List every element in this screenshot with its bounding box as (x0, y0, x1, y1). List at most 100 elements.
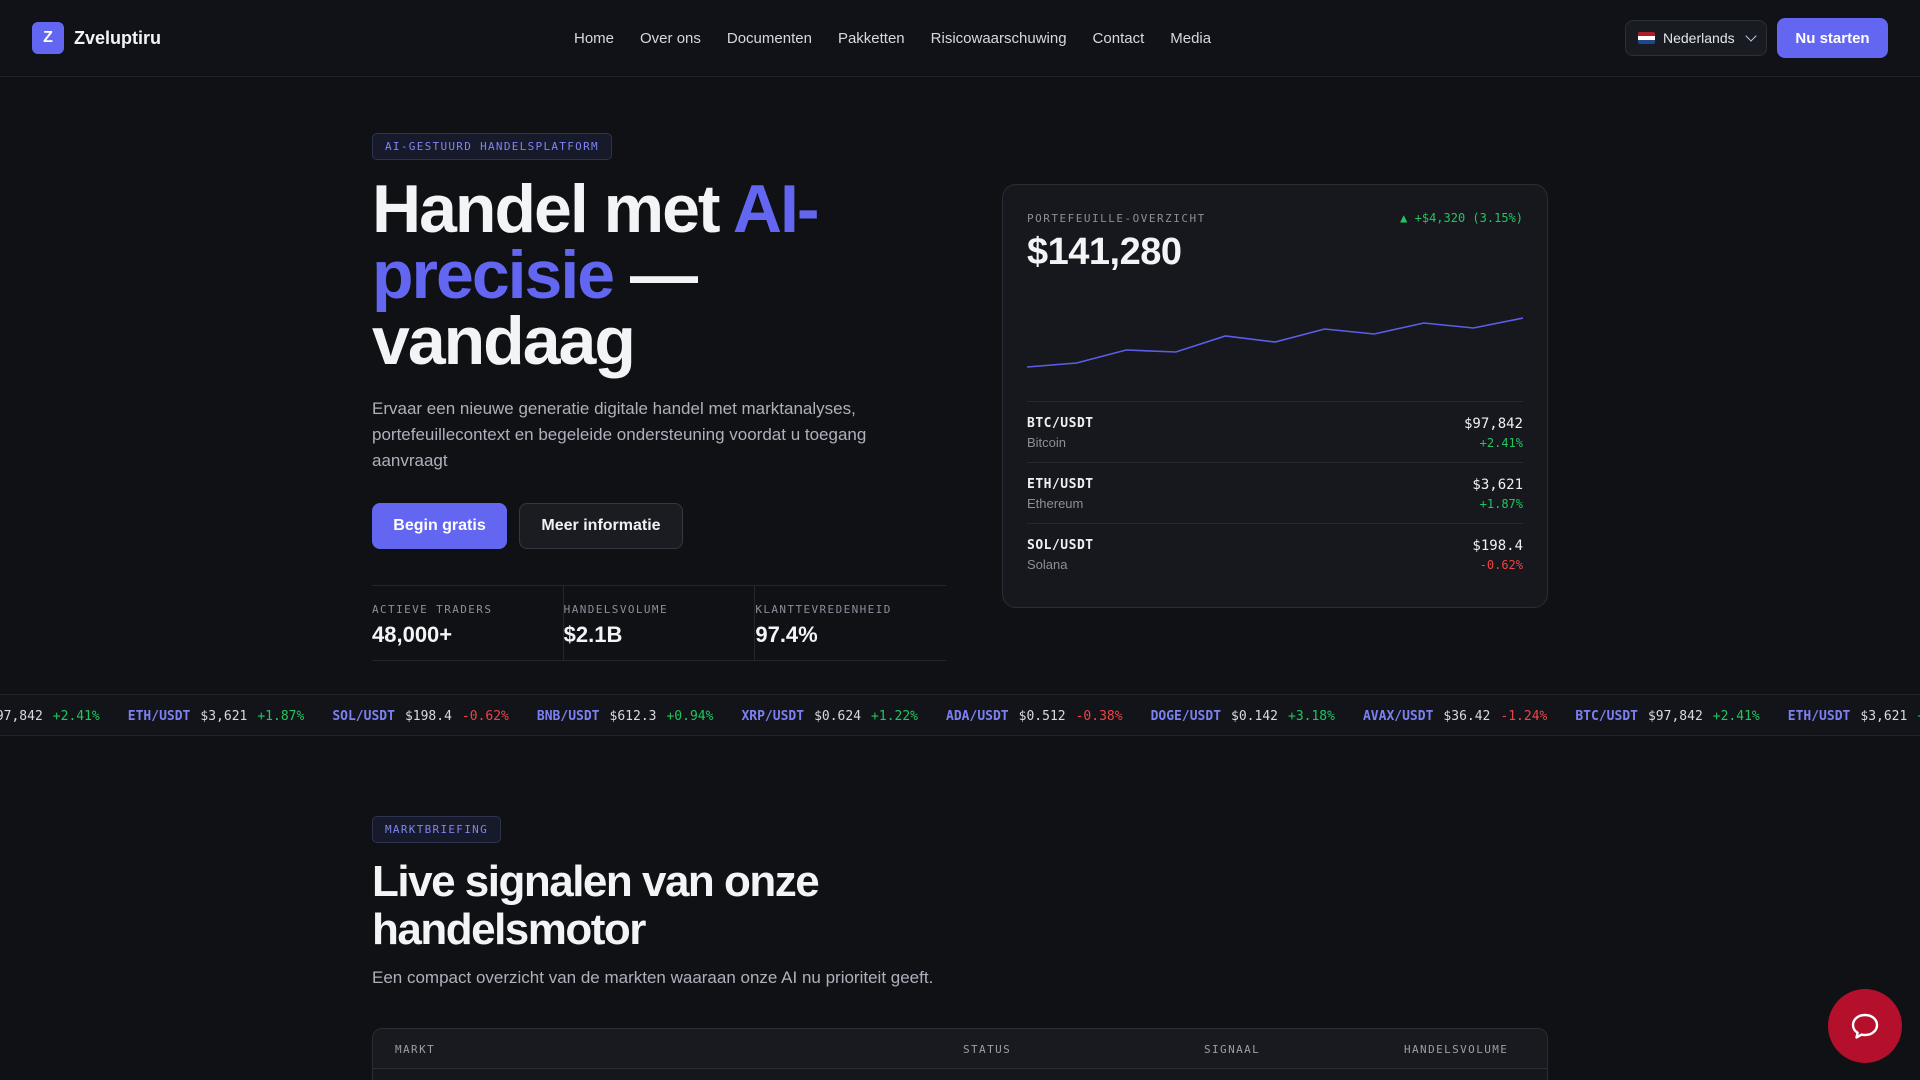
brand[interactable]: Z Zveluptiru (32, 22, 161, 54)
price-ticker: $97,842 +2.41% ETH/USDT $3,621 +1.87% SOL/USD… (0, 694, 1920, 736)
nav-link-risicowaarschuwing[interactable]: Risicowaarschuwing (931, 30, 1067, 47)
asset-row-eth[interactable]: ETH/USDT Ethereum $3,621 +1.87% (1027, 462, 1523, 523)
portfolio-label: PORTEFEUILLE-OVERZICHT (1027, 212, 1206, 225)
ticker-change: +1.87% (257, 708, 305, 724)
stat-active-traders: ACTIEVE TRADERS 48,000+ (372, 586, 563, 660)
ticker-item: XRP/USDT $0.624 +1.22% (741, 709, 918, 724)
ticker-pair: ETH/USDT (1787, 708, 1851, 724)
ticker-track: $97,842 +2.41% ETH/USDT $3,621 +1.87% SOL/USD… (0, 695, 1920, 735)
ticker-price: $36.42 (1443, 708, 1491, 724)
hero-title: Handel met AI-precisie — vandaag (372, 175, 912, 375)
nav-link-pakketten[interactable]: Pakketten (838, 30, 905, 47)
hero-stats: ACTIEVE TRADERS 48,000+ HANDELSVOLUME $2… (372, 585, 946, 661)
ticker-item: $97,842 +2.41% (0, 709, 100, 724)
nav-link-documenten[interactable]: Documenten (727, 30, 812, 47)
ticker-pair: AVAX/USDT (1362, 708, 1434, 724)
nav-link-contact[interactable]: Contact (1093, 30, 1145, 47)
start-now-button[interactable]: Nu starten (1777, 18, 1888, 58)
ticker-price: $0.512 (1018, 708, 1066, 724)
asset-row-btc[interactable]: BTC/USDT Bitcoin $97,842 +2.41% (1027, 401, 1523, 462)
ticker-pair: DOGE/USDT (1150, 708, 1222, 724)
ticker-change: +3.18% (1288, 708, 1335, 724)
asset-name: Solana (1027, 557, 1068, 572)
ticker-change: -0.38% (1075, 708, 1123, 724)
column-header-volume[interactable]: HANDELSVOLUME (1404, 1043, 1508, 1056)
asset-pair: SOL/USDT (1027, 538, 1094, 553)
stat-label: KLANTTEVREDENHEID (755, 603, 892, 616)
asset-pair: BTC/USDT (1027, 416, 1094, 431)
ticker-price: $3,621 (1860, 708, 1908, 724)
column-header-signal[interactable]: SIGNAAL (1204, 1043, 1260, 1056)
ticker-pair: ADA/USDT (946, 708, 1009, 724)
nav-links: Home Over ons Documenten Pakketten Risic… (574, 30, 1211, 47)
signals-table-header: MARKT STATUS SIGNAAL HANDELSVOLUME (373, 1029, 1547, 1069)
language-label: Nederlands (1663, 30, 1735, 46)
stat-trading-volume: HANDELSVOLUME $2.1B (562, 586, 755, 660)
chat-bubble-icon (1851, 1013, 1879, 1039)
ticker-price: $0.624 (814, 708, 862, 724)
asset-price: $97,842 (1463, 416, 1523, 432)
ticker-change: +2.41% (1712, 708, 1760, 724)
ticker-item: AVAX/USDT $36.42 -1.24% (1363, 709, 1547, 724)
column-header-status[interactable]: STATUS (963, 1043, 1011, 1056)
ticker-item: BTC/USDT $97,842 +2.41% (1575, 709, 1759, 724)
language-selector[interactable]: Nederlands (1625, 20, 1767, 56)
learn-more-button[interactable]: Meer informatie (519, 503, 683, 549)
ticker-change: +2.41% (52, 708, 100, 724)
asset-change: +1.87% (1479, 497, 1523, 511)
asset-change: +2.41% (1479, 436, 1523, 450)
netherlands-flag-icon (1638, 32, 1655, 44)
ticker-item: BNB/USDT $612.3 +0.94% (537, 709, 714, 724)
ticker-price: $612.3 (609, 708, 657, 724)
ticker-change: -1.24% (1500, 708, 1548, 724)
nav-link-media[interactable]: Media (1170, 30, 1211, 47)
portfolio-card: PORTEFEUILLE-OVERZICHT ▲ +$4,320 (3.15%)… (1002, 184, 1548, 608)
brand-logo: Z (32, 22, 64, 54)
asset-list: BTC/USDT Bitcoin $97,842 +2.41% ETH/USDT… (1027, 401, 1523, 584)
ticker-change: -0.62% (461, 708, 509, 724)
ticker-price: $97,842 (0, 708, 43, 724)
stat-value: $2.1B (563, 622, 623, 647)
portfolio-sparkline (1027, 317, 1523, 368)
stat-label: ACTIEVE TRADERS (372, 603, 493, 616)
ticker-price: $0.142 (1231, 708, 1278, 724)
hero-badge: AI-GESTUURD HANDELSPLATFORM (372, 133, 612, 160)
ticker-pair: ETH/USDT (127, 708, 191, 724)
signals-subtitle: Een compact overzicht van de markten waa… (372, 968, 934, 987)
stat-value: 97.4% (755, 622, 818, 647)
ticker-item: DOGE/USDT $0.142 +3.18% (1151, 709, 1335, 724)
ticker-item: ETH/USDT$3,621+1.87% (1788, 709, 1920, 724)
signals-badge: MARKTBRIEFING (372, 816, 501, 843)
asset-name: Bitcoin (1027, 435, 1067, 450)
hero-subtitle: Ervaar een nieuwe generatie digitale han… (372, 399, 867, 470)
signals-table: MARKT STATUS SIGNAAL HANDELSVOLUME (372, 1028, 1548, 1080)
brand-name: Zveluptiru (74, 27, 162, 48)
sparkline-path (1027, 317, 1523, 368)
asset-name: Ethereum (1027, 496, 1084, 511)
ticker-pair: SOL/USDT (332, 708, 395, 724)
ticker-item: SOL/USDT $198.4 -0.62% (332, 709, 509, 724)
stat-label: HANDELSVOLUME (563, 603, 668, 616)
asset-pair: ETH/USDT (1027, 477, 1094, 492)
ticker-pair: BTC/USDT (1575, 708, 1638, 724)
asset-price: $3,621 (1472, 477, 1523, 493)
ticker-change: +1.22% (871, 708, 919, 724)
ticker-item: ADA/USDT $0.512 -0.38% (946, 709, 1123, 724)
stat-satisfaction: KLANTTEVREDENHEID 97.4% (754, 586, 946, 660)
ticker-item: ETH/USDT $3,621 +1.87% (128, 709, 305, 724)
nav-link-over-ons[interactable]: Over ons (640, 30, 701, 47)
ticker-change: +0.94% (666, 708, 714, 724)
asset-row-sol[interactable]: SOL/USDT Solana $198.4 -0.62% (1027, 523, 1523, 584)
ticker-price: $3,621 (200, 708, 248, 724)
hero-title-part1: Handel met (372, 171, 733, 247)
column-header-market[interactable]: MARKT (395, 1043, 435, 1056)
begin-free-button[interactable]: Begin gratis (372, 503, 507, 549)
ticker-price: $97,842 (1647, 708, 1703, 724)
top-navigation: Z Zveluptiru Home Over ons Documenten Pa… (0, 0, 1920, 77)
ticker-pair: BNB/USDT (536, 708, 600, 724)
ticker-pair: XRP/USDT (741, 708, 805, 724)
chat-button[interactable] (1828, 989, 1902, 1063)
signals-title: Live signalen van onze handelsmotor (372, 857, 820, 954)
ticker-price: $198.4 (404, 708, 452, 724)
nav-link-home[interactable]: Home (574, 30, 614, 47)
